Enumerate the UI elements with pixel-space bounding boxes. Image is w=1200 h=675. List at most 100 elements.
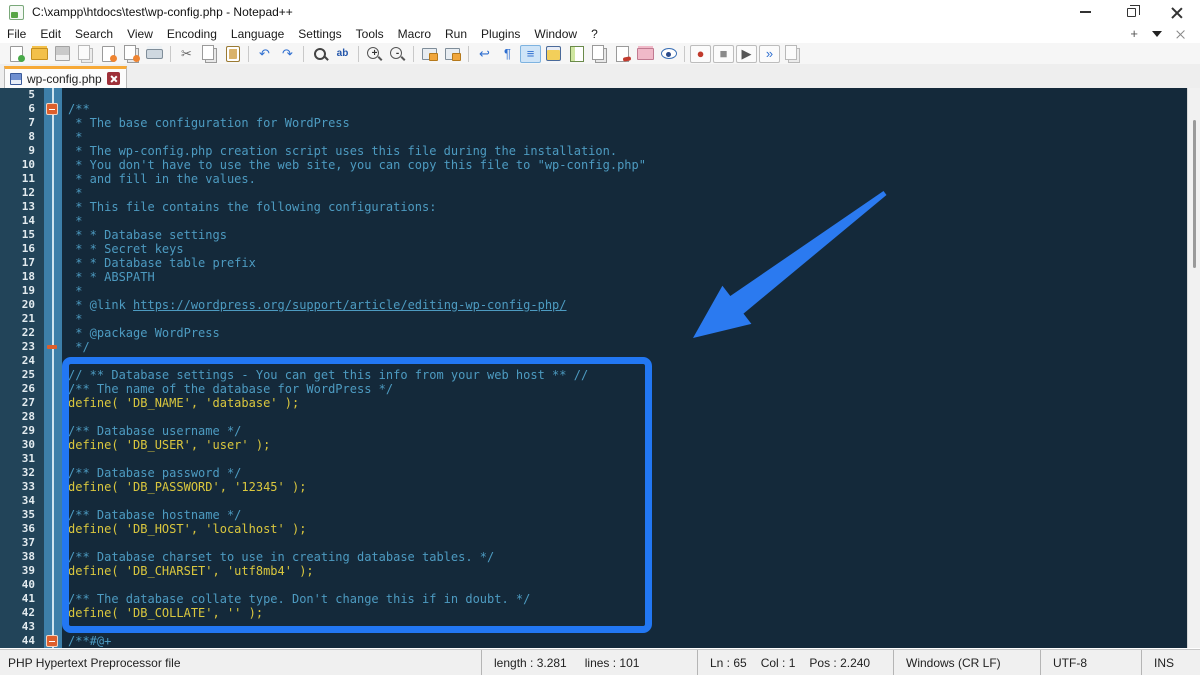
view-eye-icon[interactable] xyxy=(658,45,679,63)
code-line-43[interactable]: 43 xyxy=(0,620,1187,634)
menu-encoding[interactable]: Encoding xyxy=(160,26,224,42)
code-line-6[interactable]: 6/** xyxy=(0,102,1187,116)
menu-tools[interactable]: Tools xyxy=(349,26,391,42)
macro-save-icon[interactable] xyxy=(782,45,803,63)
code-line-17[interactable]: 17 * * Database table prefix xyxy=(0,256,1187,270)
code-line-21[interactable]: 21 * xyxy=(0,312,1187,326)
save-all-icon[interactable] xyxy=(75,45,96,63)
menu-edit[interactable]: Edit xyxy=(33,26,68,42)
macro-record-icon[interactable]: ● xyxy=(690,45,711,63)
code-line-39[interactable]: 39define( 'DB_CHARSET', 'utf8mb4' ); xyxy=(0,564,1187,578)
menu-help[interactable]: ? xyxy=(584,26,605,42)
word-wrap-icon[interactable]: ↩ xyxy=(474,45,495,63)
menu-settings[interactable]: Settings xyxy=(291,26,348,42)
copy-icon[interactable] xyxy=(199,45,220,63)
replace-icon[interactable] xyxy=(332,45,353,63)
indent-guide-icon[interactable]: ≡ xyxy=(520,45,541,63)
code-line-31[interactable]: 31 xyxy=(0,452,1187,466)
close-all-icon[interactable] xyxy=(121,45,142,63)
menu-window[interactable]: Window xyxy=(527,26,584,42)
status-insert-mode[interactable]: INS xyxy=(1141,650,1200,675)
code-line-8[interactable]: 8 * xyxy=(0,130,1187,144)
code-line-19[interactable]: 19 * xyxy=(0,284,1187,298)
print-icon[interactable] xyxy=(144,45,165,63)
restore-button[interactable] xyxy=(1108,0,1154,24)
code-line-38[interactable]: 38/** Database charset to use in creatin… xyxy=(0,550,1187,564)
code-line-20[interactable]: 20 * @link https://wordpress.org/support… xyxy=(0,298,1187,312)
scrollbar-thumb[interactable] xyxy=(1193,120,1196,268)
code-line-41[interactable]: 41/** The database collate type. Don't c… xyxy=(0,592,1187,606)
fold-collapse-icon[interactable] xyxy=(46,103,58,115)
code-line-18[interactable]: 18 * * ABSPATH xyxy=(0,270,1187,284)
code-line-29[interactable]: 29/** Database username */ xyxy=(0,424,1187,438)
code-line-34[interactable]: 34 xyxy=(0,494,1187,508)
menu-macro[interactable]: Macro xyxy=(391,26,438,42)
code-line-15[interactable]: 15 * * Database settings xyxy=(0,228,1187,242)
tab-close-icon[interactable] xyxy=(107,72,120,85)
find-icon[interactable] xyxy=(309,45,330,63)
menu-run[interactable]: Run xyxy=(438,26,474,42)
close-icon[interactable] xyxy=(98,45,119,63)
monitor-icon[interactable] xyxy=(612,45,633,63)
zoom-out-icon[interactable]: - xyxy=(387,45,408,63)
new-file-icon[interactable] xyxy=(6,45,27,63)
document-switcher-icon[interactable] xyxy=(589,45,610,63)
code-line-10[interactable]: 10 * You don't have to use the web site,… xyxy=(0,158,1187,172)
code-line-37[interactable]: 37 xyxy=(0,536,1187,550)
code-line-40[interactable]: 40 xyxy=(0,578,1187,592)
code-line-44[interactable]: 44/**#@+ xyxy=(0,634,1187,648)
code-line-27[interactable]: 27define( 'DB_NAME', 'database' ); xyxy=(0,396,1187,410)
macro-play-icon[interactable]: ▶ xyxy=(736,45,757,63)
code-line-13[interactable]: 13 * This file contains the following co… xyxy=(0,200,1187,214)
sync-vertical-scroll-icon[interactable] xyxy=(419,45,440,63)
code-line-36[interactable]: 36define( 'DB_HOST', 'localhost' ); xyxy=(0,522,1187,536)
code-editor[interactable]: 56/**7 * The base configuration for Word… xyxy=(0,88,1187,648)
menu-language[interactable]: Language xyxy=(224,26,291,42)
code-line-7[interactable]: 7 * The base configuration for WordPress xyxy=(0,116,1187,130)
code-line-22[interactable]: 22 * @package WordPress xyxy=(0,326,1187,340)
code-line-9[interactable]: 9 * The wp-config.php creation script us… xyxy=(0,144,1187,158)
folder-as-workspace-icon[interactable] xyxy=(635,45,656,63)
code-line-35[interactable]: 35/** Database hostname */ xyxy=(0,508,1187,522)
show-all-characters-icon[interactable]: ¶ xyxy=(497,45,518,63)
open-file-icon[interactable] xyxy=(29,45,50,63)
minimize-button[interactable] xyxy=(1062,0,1108,24)
code-line-23[interactable]: 23 */ xyxy=(0,340,1187,354)
menu-file[interactable]: File xyxy=(0,26,33,42)
save-icon[interactable] xyxy=(52,45,73,63)
tab-wp-config[interactable]: wp-config.php xyxy=(4,66,127,88)
code-line-30[interactable]: 30define( 'DB_USER', 'user' ); xyxy=(0,438,1187,452)
code-line-32[interactable]: 32/** Database password */ xyxy=(0,466,1187,480)
code-line-42[interactable]: 42define( 'DB_COLLATE', '' ); xyxy=(0,606,1187,620)
sync-horizontal-scroll-icon[interactable] xyxy=(442,45,463,63)
close-tab-icon[interactable] xyxy=(1176,29,1186,39)
menu-plugins[interactable]: Plugins xyxy=(474,26,527,42)
fold-collapse-icon[interactable] xyxy=(46,635,58,647)
code-line-5[interactable]: 5 xyxy=(0,88,1187,102)
status-eol-format[interactable]: Windows (CR LF) xyxy=(893,650,1040,675)
wordpress-docs-link[interactable]: https://wordpress.org/support/article/ed… xyxy=(133,298,566,312)
macro-stop-icon[interactable]: ■ xyxy=(713,45,734,63)
status-encoding[interactable]: UTF-8 xyxy=(1040,650,1141,675)
tab-list-dropdown-icon[interactable] xyxy=(1152,31,1162,37)
code-line-28[interactable]: 28 xyxy=(0,410,1187,424)
code-line-25[interactable]: 25// ** Database settings - You can get … xyxy=(0,368,1187,382)
cut-icon[interactable]: ✂ xyxy=(176,45,197,63)
code-line-14[interactable]: 14 * xyxy=(0,214,1187,228)
code-line-11[interactable]: 11 * and fill in the values. xyxy=(0,172,1187,186)
close-button[interactable] xyxy=(1154,0,1200,24)
zoom-in-icon[interactable]: + xyxy=(364,45,385,63)
code-line-33[interactable]: 33define( 'DB_PASSWORD', '12345' ); xyxy=(0,480,1187,494)
redo-icon[interactable]: ↷ xyxy=(277,45,298,63)
new-tab-button[interactable]: + xyxy=(1130,27,1138,40)
menu-view[interactable]: View xyxy=(120,26,160,42)
code-line-24[interactable]: 24 xyxy=(0,354,1187,368)
code-line-16[interactable]: 16 * * Secret keys xyxy=(0,242,1187,256)
document-map-icon[interactable] xyxy=(566,45,587,63)
vertical-scrollbar[interactable] xyxy=(1187,88,1200,648)
macro-run-multiple-icon[interactable]: » xyxy=(759,45,780,63)
menu-search[interactable]: Search xyxy=(68,26,120,42)
code-line-26[interactable]: 26/** The name of the database for WordP… xyxy=(0,382,1187,396)
function-list-icon[interactable] xyxy=(543,45,564,63)
code-line-12[interactable]: 12 * xyxy=(0,186,1187,200)
